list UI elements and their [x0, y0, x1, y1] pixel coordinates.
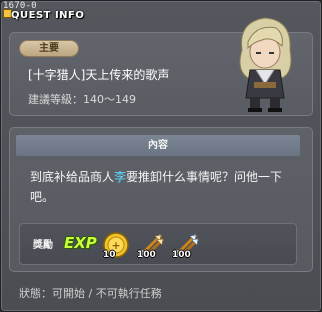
reward-count-fire-arrow: 100 [137, 250, 156, 260]
reward-count-coin: 10 [103, 250, 116, 260]
window-title: QUEST INFO [11, 10, 85, 21]
quest-description: 到底补给品商人李要推卸什么事情呢？问他一下吧。 [30, 167, 300, 207]
content-section-title: 內容 [16, 135, 300, 156]
exp-reward-icon[interactable]: EXP [64, 234, 97, 252]
recommended-level: 建議等級：140～149 [28, 93, 136, 106]
npc-name-highlight[interactable]: 李 [114, 170, 126, 184]
reward-label: 獎勵 [33, 240, 53, 251]
description-text: 到底补给品商人 [30, 170, 115, 184]
npc-portrait-icon [239, 17, 292, 112]
quest-type-badge: 主要 [19, 40, 79, 57]
reward-count-ice-arrow: 100 [172, 250, 191, 260]
quest-status: 狀態：可開始 / 不可執行任務 [19, 287, 162, 300]
quest-name: [十字猎人]天上传来的歌声 [28, 68, 170, 82]
